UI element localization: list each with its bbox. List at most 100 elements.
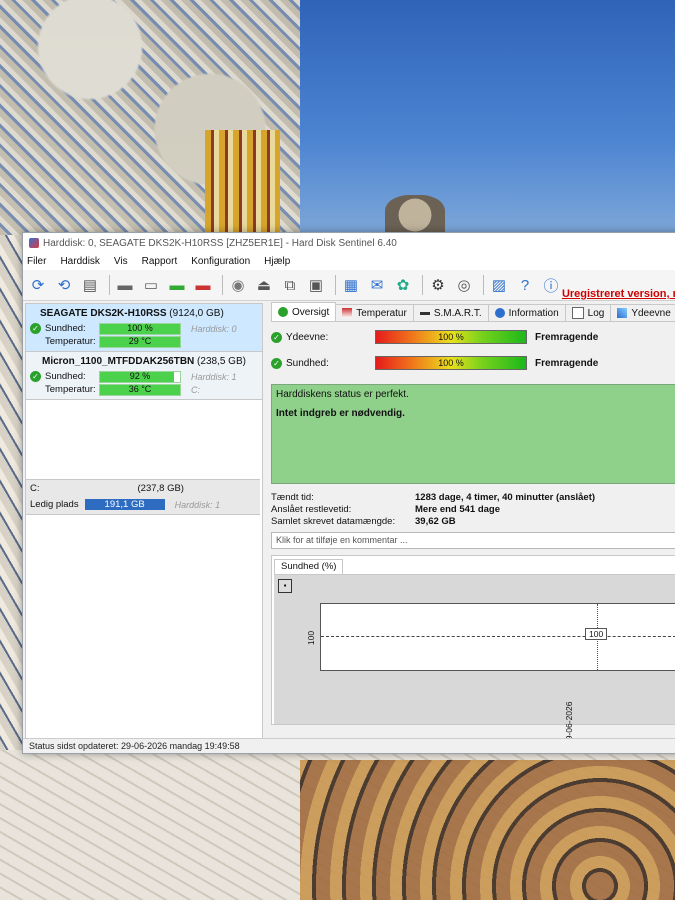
performance-row: ✓ Ydeevne: 100 % Fremragende <box>271 326 675 348</box>
details-panel: Oversigt Temperatur S.M.A.R.T. Informati… <box>271 302 675 745</box>
network-icon[interactable]: ⧉ <box>279 274 301 296</box>
y-axis-tick: 100 <box>306 630 317 646</box>
info-row: Tændt tid: 1283 dage, 4 timer, 40 minutt… <box>271 492 596 503</box>
health-plot: 100 <box>320 603 675 671</box>
email-icon[interactable]: ✉ <box>366 274 388 296</box>
report-icon[interactable]: ▦ <box>340 274 362 296</box>
check-icon: ✓ <box>271 331 282 343</box>
thermometer-icon <box>342 308 353 318</box>
web-icon[interactable]: ✿ <box>392 274 414 296</box>
app-icon <box>29 238 39 248</box>
comment-field[interactable]: Klik for at tilføje en kommentar ... <box>271 532 675 549</box>
menu-bar: Filer Harddisk Vis Rapport Konfiguration… <box>23 253 675 270</box>
menu-hjaelp[interactable]: Hjælp <box>264 256 298 267</box>
toolbar-separator <box>109 275 110 295</box>
temperature-bar: 29 °C <box>99 335 181 348</box>
status-bar: Status sidst opdateret: 29-06-2026 manda… <box>23 738 675 753</box>
eject-icon[interactable]: ⏏ <box>253 274 275 296</box>
refresh-icon[interactable]: ⟳ <box>27 274 49 296</box>
smart-icon <box>419 311 430 315</box>
status-message-box: Harddiskens status er perfekt. Intet ind… <box>271 384 675 484</box>
disk-item-0[interactable]: SEAGATE DKS2K-H10RSS (9124,0 GB) ✓ Sundh… <box>26 304 262 352</box>
disk-reference: Harddisk: 1 <box>191 371 237 382</box>
health-row: ✓ Sundhed: 100 % Fremragende <box>271 352 675 374</box>
app-window: Harddisk: 0, SEAGATE DKS2K-H10RSS [ZHZ5E… <box>22 232 675 754</box>
disk-icon[interactable]: ▬ <box>114 274 136 296</box>
disk-reference: Harddisk: 1 <box>174 499 221 510</box>
menu-konfiguration[interactable]: Konfiguration <box>191 256 258 267</box>
toolbar-separator <box>335 275 336 295</box>
disk-temp-row: Temperatur: 29 °C <box>30 335 258 348</box>
health-bar: 100 % <box>375 356 527 370</box>
disk-name: Micron_1100_MTFDDAK256TBN (238,5 GB) <box>42 356 246 367</box>
volume-drive: C: <box>30 483 40 494</box>
help-icon[interactable]: ? <box>514 274 536 296</box>
toolbar-separator <box>422 275 423 295</box>
info-icon[interactable]: ⓘ <box>540 274 562 296</box>
volume-reference: C: <box>191 384 200 395</box>
menu-filer[interactable]: Filer <box>27 256 54 267</box>
disk-health-row: ✓ Sundhed: 92 % Harddisk: 1 <box>30 370 258 383</box>
data-point-label: 100 <box>585 628 608 640</box>
tab-temperatur[interactable]: Temperatur <box>335 304 414 321</box>
tab-health-graph[interactable]: Sundhed (%) <box>274 559 344 574</box>
info-icon <box>494 308 505 318</box>
menu-rapport[interactable]: Rapport <box>142 256 186 267</box>
performance-rating: Fremragende <box>535 331 599 343</box>
health-bar: 100 % <box>99 322 181 335</box>
settings-gear-icon[interactable]: ⚙ <box>427 274 449 296</box>
backup-icon[interactable]: ▣ <box>305 274 327 296</box>
tab-smart[interactable]: S.M.A.R.T. <box>412 304 489 321</box>
title-bar[interactable]: Harddisk: 0, SEAGATE DKS2K-H10RSS [ZHZ5E… <box>23 233 675 253</box>
log-icon <box>571 307 584 319</box>
disk-name: SEAGATE DKS2K-H10RSS (9124,0 GB) <box>40 308 224 319</box>
toolbar-separator <box>222 275 223 295</box>
unregistered-version-link[interactable]: Uregistreret version, re <box>562 288 675 300</box>
check-icon: ✓ <box>271 357 282 369</box>
disk-list-panel: SEAGATE DKS2K-H10RSS (9124,0 GB) ✓ Sundh… <box>25 303 263 739</box>
free-space-label: Ledig plads <box>30 499 79 510</box>
info-row: Anslået restlevetid: Mere end 541 dage <box>271 504 501 515</box>
disk-item-1[interactable]: Micron_1100_MTFDDAK256TBN (238,5 GB) ✓ S… <box>26 352 262 400</box>
volume-item[interactable]: C: (237,8 GB) Ledig plads 191,1 GB Hardd… <box>26 479 260 515</box>
check-icon: ✓ <box>30 323 41 334</box>
tab-bar: Oversigt Temperatur S.M.A.R.T. Informati… <box>271 302 675 322</box>
desktop-rock <box>385 195 445 235</box>
tab-log[interactable]: Log <box>564 304 612 321</box>
disk-warn-icon[interactable]: ▬ <box>192 274 214 296</box>
refresh-all-icon[interactable]: ⟲ <box>53 274 75 296</box>
save-icon[interactable]: ▪ <box>278 579 292 593</box>
disk-list-icon[interactable]: ▤ <box>79 274 101 296</box>
performance-bar: 100 % <box>375 330 527 344</box>
desktop-stone-wall <box>300 760 675 900</box>
menu-vis[interactable]: Vis <box>114 256 136 267</box>
temperature-bar: 36 °C <box>99 383 181 396</box>
info-block: Tændt tid: 1283 dage, 4 timer, 40 minutt… <box>271 492 675 528</box>
screenshot-icon[interactable]: ▨ <box>488 274 510 296</box>
tab-information[interactable]: Information <box>487 304 566 321</box>
desktop-mosaic-pillar <box>205 130 280 235</box>
status-line: Harddiskens status er perfekt. <box>276 389 409 400</box>
health-graph-area: Sundhed (%) ▪ 100 100 29-06-2026 <box>271 555 675 745</box>
disk-test-icon[interactable]: ▭ <box>140 274 162 296</box>
sound-icon[interactable]: ◎ <box>453 274 475 296</box>
disk-reference: Harddisk: 0 <box>191 323 237 334</box>
graph-background: ▪ 100 100 29-06-2026 <box>274 574 675 745</box>
disk-temp-row: Temperatur: 36 °C C: <box>45 383 200 396</box>
check-icon <box>278 307 288 317</box>
info-row: Samlet skrevet datamængde: 39,62 GB <box>271 516 456 527</box>
volume-size: (237,8 GB) <box>137 483 184 494</box>
menu-harddisk[interactable]: Harddisk <box>60 256 107 267</box>
health-rating: Fremragende <box>535 357 599 369</box>
performance-icon <box>617 308 628 318</box>
tab-ydeevne[interactable]: Ydeevne <box>610 304 675 321</box>
check-icon: ✓ <box>30 371 41 382</box>
window-title: Harddisk: 0, SEAGATE DKS2K-H10RSS [ZHZ5E… <box>43 237 397 249</box>
health-line <box>321 636 675 637</box>
surface-test-icon[interactable]: ◉ <box>227 274 249 296</box>
action-line: Intet indgreb er nødvendig. <box>276 408 405 419</box>
free-space-bar: 191,1 GB <box>84 499 165 510</box>
tab-oversigt[interactable]: Oversigt <box>271 302 337 321</box>
disk-ok-icon[interactable]: ▬ <box>166 274 188 296</box>
toolbar-separator <box>483 275 484 295</box>
